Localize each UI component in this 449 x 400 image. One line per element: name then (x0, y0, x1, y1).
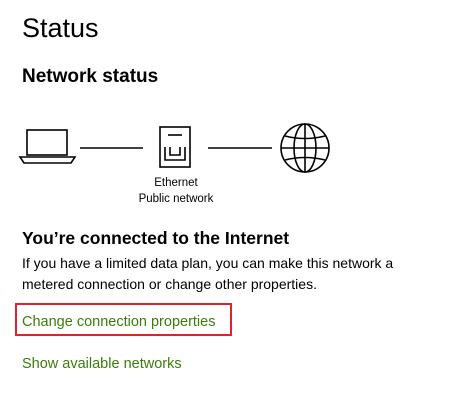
globe-icon (280, 123, 330, 173)
show-available-networks-link[interactable]: Show available networks (22, 354, 182, 374)
adapter-name: Ethernet (154, 177, 198, 189)
network-status-heading: Network status (22, 66, 159, 87)
ethernet-port-icon (159, 126, 191, 168)
change-connection-properties-link[interactable]: Change connection properties (22, 312, 215, 332)
connection-status-title: You’re connected to the Internet (22, 228, 290, 248)
page-title: Status (22, 13, 99, 43)
laptop-icon (18, 129, 77, 164)
adapter-profile: Public network (138, 193, 214, 205)
connection-status-description: If you have a limited data plan, you can… (22, 255, 394, 292)
